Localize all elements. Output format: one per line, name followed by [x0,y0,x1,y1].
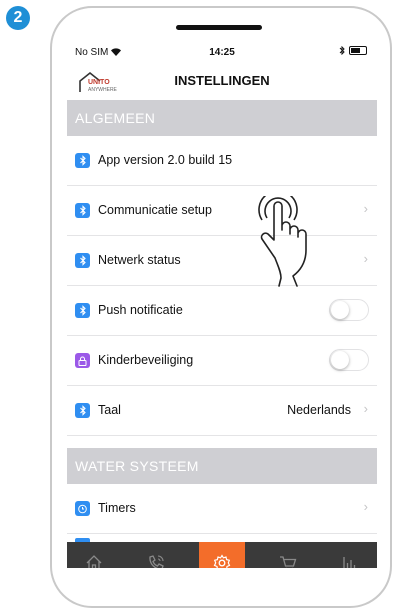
toggle-knob [331,301,349,319]
status-time: 14:25 [209,47,235,58]
bluetooth-icon [75,153,90,168]
row-label: App version 2.0 build 15 [98,153,233,167]
section-header-water-systeem: WATER SYSTEEM [67,448,377,484]
phone-screen: No SIM 14:25 UNITO ANYWHERE INSTELLINGEN… [67,42,377,568]
bluetooth-icon [75,203,90,218]
bar-chart-icon [343,557,356,568]
bottom-tab-bar [67,542,377,568]
status-bar: No SIM 14:25 [67,42,377,62]
page-title: INSTELLINGEN [174,73,270,88]
kinderbeveiliging-toggle[interactable] [329,349,369,371]
chevron-right-icon: › [363,499,368,514]
home-icon [86,555,102,568]
row-taal[interactable]: Taal Nederlands › [67,386,377,436]
bluetooth-icon [75,253,90,268]
row-kinderbeveiliging: Kinderbeveiliging [67,336,377,386]
taal-value: Nederlands [287,403,351,417]
bluetooth-icon [75,403,90,418]
phone-speaker [176,25,262,30]
row-label: Netwerk status [98,253,181,267]
row-label: Kinderbeveiliging [98,353,194,367]
tab-statistics[interactable] [327,542,373,568]
row-app-version: App version 2.0 build 15 [67,136,377,186]
tab-cart[interactable] [265,542,311,568]
chevron-right-icon: › [363,401,368,416]
row-push-notificatie: Push notificatie [67,286,377,336]
row-label: Taal [98,403,121,417]
alarm-clock-icon [75,501,90,516]
settings-gear-icon [213,554,231,568]
tab-phone[interactable] [133,542,179,568]
chevron-right-icon: › [363,251,368,266]
chevron-right-icon: › [363,201,368,216]
bluetooth-status-icon [339,46,345,55]
row-label: Communicatie setup [98,203,212,217]
phone-icon [149,555,164,568]
row-label: Push notificatie [98,303,183,317]
tab-home[interactable] [71,542,117,568]
bluetooth-icon [75,303,90,318]
row-label: Timers [98,501,136,515]
status-right [339,46,367,55]
cart-icon [280,556,297,568]
section-header-algemeen: ALGEMEEN [67,100,377,136]
nav-bar: UNITO ANYWHERE INSTELLINGEN [67,64,377,98]
lock-icon [75,353,90,368]
tap-hand-icon [258,196,307,287]
battery-icon [349,46,367,55]
tab-settings[interactable] [199,542,245,568]
push-notificatie-toggle[interactable] [329,299,369,321]
toggle-knob [331,351,349,369]
row-timers[interactable]: Timers › [67,484,377,534]
step-number-badge: 2 [6,6,30,30]
